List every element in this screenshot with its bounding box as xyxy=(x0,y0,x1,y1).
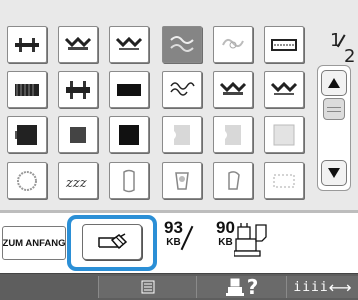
pattern-button[interactable] xyxy=(264,26,304,63)
pattern-button[interactable] xyxy=(109,26,149,63)
list-button[interactable] xyxy=(98,276,196,298)
pattern-button[interactable] xyxy=(162,26,202,63)
scrollbar[interactable] xyxy=(317,65,351,191)
stitch-pattern-7-icon xyxy=(15,83,39,96)
pattern-button[interactable] xyxy=(7,162,47,199)
stitch-pattern-12-icon xyxy=(270,81,298,95)
scroll-down-button[interactable] xyxy=(321,160,347,186)
stitch-pattern-11-icon xyxy=(219,81,247,95)
stitch-pattern-15-icon xyxy=(119,124,139,145)
machine-memory-unit: KB xyxy=(218,237,233,248)
eraser-icon xyxy=(98,233,128,250)
pc-memory: 93 KB xyxy=(164,219,183,249)
stitch-pattern-16-icon xyxy=(174,124,190,145)
page-total: 2 xyxy=(344,46,356,67)
page-indicator: 1 2 xyxy=(330,30,356,68)
pattern-button[interactable] xyxy=(264,71,304,108)
scroll-thumb[interactable] xyxy=(323,98,345,120)
stitch-pattern-4-icon xyxy=(170,35,194,52)
stitch-pattern-21-icon xyxy=(123,169,135,192)
stitch-pattern-2-icon xyxy=(64,36,92,50)
home-button[interactable]: ZUM ANFANG xyxy=(2,226,66,260)
delete-button[interactable] xyxy=(82,224,142,260)
pattern-button[interactable] xyxy=(7,116,47,153)
help-question: ? xyxy=(246,275,259,299)
stitch-pattern-17-icon xyxy=(225,124,241,145)
sewing-machine-icon xyxy=(225,278,244,296)
bottom-toolbar: ? iiii ⟷ xyxy=(0,273,358,300)
stitch-pattern-5-icon xyxy=(222,38,244,48)
pattern-button[interactable]: zzz xyxy=(58,162,98,199)
stitch-pattern-13-icon xyxy=(15,124,37,145)
density-button[interactable]: iiii ⟷ xyxy=(286,276,358,298)
pattern-button[interactable] xyxy=(162,116,202,153)
send-to-machine-button[interactable]: ? xyxy=(196,275,286,299)
pattern-button[interactable] xyxy=(58,26,98,63)
stitch-pattern-10-icon xyxy=(170,81,195,96)
pattern-button[interactable] xyxy=(58,116,98,153)
scroll-up-button[interactable] xyxy=(321,70,347,96)
stitch-pattern-3-icon xyxy=(115,36,143,50)
pattern-panel: zzz 1 2 xyxy=(0,0,358,210)
stitch-pattern-22-icon xyxy=(175,171,189,190)
pattern-button[interactable] xyxy=(213,71,253,108)
pattern-button[interactable] xyxy=(7,71,47,108)
pattern-button[interactable] xyxy=(213,26,253,63)
stitch-pattern-14-icon xyxy=(70,126,86,143)
embroidery-machine-icon xyxy=(234,223,267,257)
stitch-pattern-24-icon xyxy=(273,174,295,187)
checklist-icon xyxy=(141,280,154,294)
pattern-button[interactable] xyxy=(213,116,253,153)
density-arrow: ⟷ xyxy=(328,277,352,297)
pattern-button[interactable] xyxy=(58,71,98,108)
triangle-down-icon xyxy=(328,168,340,178)
pattern-button[interactable] xyxy=(109,162,149,199)
stitch-pattern-23-icon xyxy=(228,170,240,190)
machine-memory: 90 KB xyxy=(216,219,235,249)
stitch-pattern-8-icon xyxy=(66,80,90,99)
pattern-button[interactable] xyxy=(264,162,304,199)
pc-memory-value: 93 xyxy=(164,218,183,237)
svg-text:zzz: zzz xyxy=(65,176,87,191)
machine-memory-value: 90 xyxy=(216,218,235,237)
stitch-pattern-19-icon xyxy=(17,170,37,191)
pc-memory-unit: KB xyxy=(166,237,181,248)
pattern-button[interactable] xyxy=(109,71,149,108)
pattern-button[interactable] xyxy=(162,162,202,199)
stitch-pattern-1-icon xyxy=(15,37,39,52)
stitch-pattern-9-icon xyxy=(117,83,141,96)
pattern-button[interactable] xyxy=(162,71,202,108)
pattern-button[interactable] xyxy=(7,26,47,63)
density-bars: iiii xyxy=(293,279,329,295)
pattern-button[interactable] xyxy=(213,162,253,199)
stitch-pattern-18-icon xyxy=(273,124,295,145)
bottom-area: ZUM ANFANG 93 KB 90 KB xyxy=(0,213,358,273)
stitch-pattern-20-icon: zzz xyxy=(65,176,87,191)
triangle-up-icon xyxy=(328,78,340,88)
stitch-pattern-6-icon xyxy=(271,38,297,51)
pattern-button[interactable] xyxy=(264,116,304,153)
pattern-button[interactable] xyxy=(109,116,149,153)
